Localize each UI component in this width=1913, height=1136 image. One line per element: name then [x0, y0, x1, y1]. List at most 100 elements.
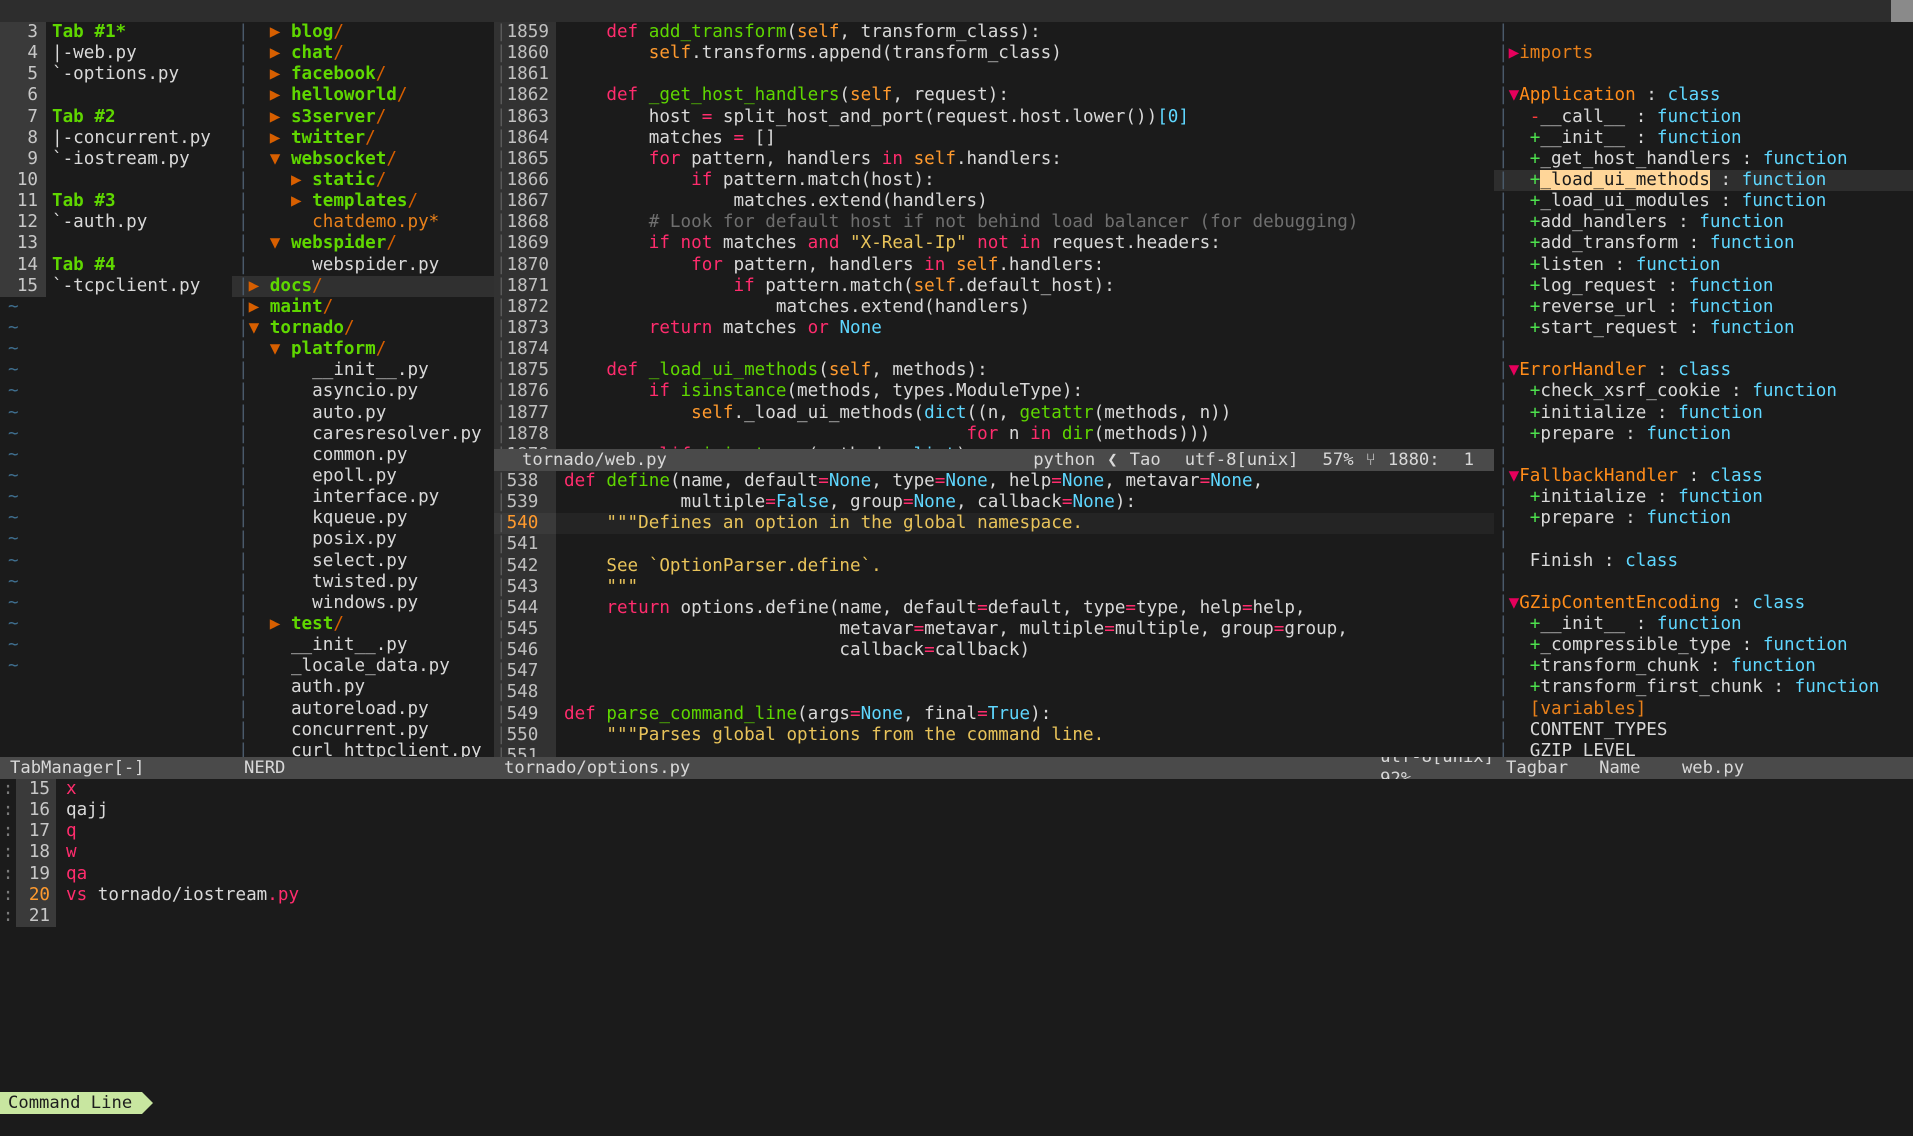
nerdtree-row[interactable]: | ▶ static/: [232, 170, 494, 191]
nerdtree-row[interactable]: | ▶ test/: [232, 614, 494, 635]
tagbar-class-name[interactable]: GZipContentEncoding: [1519, 593, 1720, 613]
code-text[interactable]: def _load_ui_methods(self, methods):: [556, 360, 1494, 381]
code-text[interactable]: def define(name, default=None, type=None…: [556, 471, 1494, 492]
nerdtree-row-label[interactable]: s3server/: [291, 107, 386, 127]
tabmanager-row[interactable]: 5`-options.py: [0, 64, 232, 85]
tagbar-kind-label[interactable]: [variables]: [1530, 699, 1647, 719]
nerdtree-row[interactable]: | ▼ websocket/: [232, 149, 494, 170]
nerdtree-row[interactable]: | ▼ webspider/: [232, 233, 494, 254]
tagbar-member-name[interactable]: _compressible_type: [1540, 635, 1731, 655]
command-text[interactable]: q: [56, 821, 77, 842]
nerdtree-row-label[interactable]: tornado/: [270, 318, 355, 338]
tagbar-class-row[interactable]: |▼Application : class: [1494, 85, 1913, 106]
code-line[interactable]: |1864 matches = []: [494, 128, 1494, 149]
code-text[interactable]: [556, 64, 1494, 85]
none[interactable]: [291, 212, 312, 232]
code-line[interactable]: |547: [494, 661, 1494, 682]
nerdtree-row-label[interactable]: caresresolver.py: [312, 424, 481, 444]
tagbar-class-name[interactable]: Application: [1519, 85, 1636, 105]
none[interactable]: [291, 487, 312, 507]
nerdtree-pane[interactable]: | ▶ blog/| ▶ chat/| ▶ facebook/| ▶ hello…: [232, 22, 494, 757]
tagbar-member-row[interactable]: | +initialize : function: [1494, 403, 1913, 424]
code-line[interactable]: |540 """Defines an option in the global …: [494, 513, 1494, 534]
chevron-down-icon[interactable]: ▼: [270, 149, 291, 169]
nerdtree-row[interactable]: | ▶ blog/: [232, 22, 494, 43]
tagbar-class-row[interactable]: | Finish : class: [1494, 551, 1913, 572]
code-text[interactable]: multiple=False, group=None, callback=Non…: [556, 492, 1494, 513]
code-line[interactable]: |1870 for pattern, handlers in self.hand…: [494, 255, 1494, 276]
chevron-right-icon[interactable]: ▶: [270, 107, 291, 127]
tagbar-class-name[interactable]: ErrorHandler: [1519, 360, 1646, 380]
code-text[interactable]: def add_transform(self, transform_class)…: [556, 22, 1494, 43]
code-line[interactable]: |1862 def _get_host_handlers(self, reque…: [494, 85, 1494, 106]
tagbar-member-row[interactable]: | +reverse_url : function: [1494, 297, 1913, 318]
code-text[interactable]: return matches or None: [556, 318, 1494, 339]
tagbar-member-row[interactable]: | +prepare : function: [1494, 424, 1913, 445]
nerdtree-row[interactable]: | ▶ facebook/: [232, 64, 494, 85]
tabmanager-row[interactable]: 4|-web.py: [0, 43, 232, 64]
nerdtree-row[interactable]: |▶ maint/: [232, 297, 494, 318]
chevron-right-icon[interactable]: ▶: [249, 276, 270, 296]
nerdtree-row-label[interactable]: twisted.py: [312, 572, 418, 592]
nerdtree-row-label[interactable]: auto.py: [312, 403, 386, 423]
none[interactable]: [291, 529, 312, 549]
code-text[interactable]: host = split_host_and_port(request.host.…: [556, 107, 1494, 128]
command-text[interactable]: w: [56, 842, 77, 863]
code-text[interactable]: if pattern.match(self.default_host):: [556, 276, 1494, 297]
tabmanager-row-label[interactable]: |-concurrent.py: [46, 128, 211, 149]
chevron-right-icon[interactable]: ▶: [270, 614, 291, 634]
code-text[interactable]: [556, 661, 1494, 682]
tagbar-class-row[interactable]: |▼FallbackHandler : class: [1494, 466, 1913, 487]
tagbar-member-name[interactable]: start_request: [1540, 318, 1678, 338]
chevron-down-icon[interactable]: ▼: [270, 233, 291, 253]
command-line-window[interactable]: :15x:16qajj:17q:18w:19qa:20vs tornado/io…: [0, 779, 1913, 1114]
code-line[interactable]: |1877 self._load_ui_methods(dict((n, get…: [494, 403, 1494, 424]
tagbar-member-name[interactable]: _load_ui_methods: [1540, 170, 1709, 190]
code-line[interactable]: |545 metavar=metavar, multiple=multiple,…: [494, 619, 1494, 640]
none[interactable]: [291, 360, 312, 380]
code-line[interactable]: |538def define(name, default=None, type=…: [494, 471, 1494, 492]
code-text[interactable]: self.transforms.append(transform_class): [556, 43, 1494, 64]
tagbar-blank-row[interactable]: |: [1494, 339, 1913, 360]
nerdtree-row[interactable]: | ▶ twitter/: [232, 128, 494, 149]
code-line[interactable]: |548: [494, 682, 1494, 703]
code-line[interactable]: |539 multiple=False, group=None, callbac…: [494, 492, 1494, 513]
tagbar-member-row[interactable]: | +_load_ui_modules : function: [1494, 191, 1913, 212]
tabmanager-row[interactable]: 15`-tcpclient.py: [0, 276, 232, 297]
nerdtree-row-label[interactable]: autoreload.py: [291, 699, 429, 719]
nerdtree-row-label[interactable]: kqueue.py: [312, 508, 407, 528]
tagbar-class-name[interactable]: FallbackHandler: [1519, 466, 1678, 486]
code-text[interactable]: matches.extend(handlers): [556, 191, 1494, 212]
nerdtree-row-label[interactable]: docs/: [270, 276, 323, 296]
tagbar-member-name[interactable]: prepare: [1540, 424, 1614, 444]
tabmanager-row[interactable]: 3Tab #1*: [0, 22, 232, 43]
code-line[interactable]: |546 callback=callback): [494, 640, 1494, 661]
nerdtree-row-label[interactable]: epoll.py: [312, 466, 397, 486]
tagbar-member-row[interactable]: | +initialize : function: [1494, 487, 1913, 508]
chevron-down-icon[interactable]: ▼: [1509, 85, 1520, 105]
nerdtree-row-label[interactable]: twitter/: [291, 128, 376, 148]
nerdtree-row[interactable]: | interface.py: [232, 487, 494, 508]
tagbar-member-name[interactable]: add_handlers: [1540, 212, 1667, 232]
code-line[interactable]: |1869 if not matches and "X-Real-Ip" not…: [494, 233, 1494, 254]
chevron-down-icon[interactable]: ▼: [1509, 593, 1520, 613]
tabline[interactable]: 6 [Command Line] 2t/iostream.py t/auth.p…: [0, 0, 1913, 22]
chevron-right-icon[interactable]: ▶: [249, 297, 270, 317]
none[interactable]: [270, 720, 291, 740]
none[interactable]: [270, 635, 291, 655]
chevron-right-icon[interactable]: ▶: [1509, 43, 1520, 63]
command-history-item[interactable]: :20vs tornado/iostream.py: [0, 885, 1913, 906]
tagbar-member-row[interactable]: | +_get_host_handlers : function: [1494, 149, 1913, 170]
nerdtree-row-label[interactable]: templates/: [312, 191, 418, 211]
code-text[interactable]: if isinstance(methods, types.ModuleType)…: [556, 381, 1494, 402]
command-history-item[interactable]: :19qa: [0, 864, 1913, 885]
none[interactable]: [270, 699, 291, 719]
tagbar-member-row[interactable]: | +check_xsrf_cookie : function: [1494, 381, 1913, 402]
command-history-item[interactable]: :21: [0, 906, 1913, 927]
tagbar-member-name[interactable]: prepare: [1540, 508, 1614, 528]
tagbar-member-name[interactable]: reverse_url: [1540, 297, 1657, 317]
chevron-down-icon[interactable]: ▼: [249, 318, 270, 338]
chevron-right-icon[interactable]: ▶: [270, 22, 291, 42]
tagbar-member-row[interactable]: | +start_request : function: [1494, 318, 1913, 339]
nerdtree-row-label[interactable]: select.py: [312, 551, 407, 571]
